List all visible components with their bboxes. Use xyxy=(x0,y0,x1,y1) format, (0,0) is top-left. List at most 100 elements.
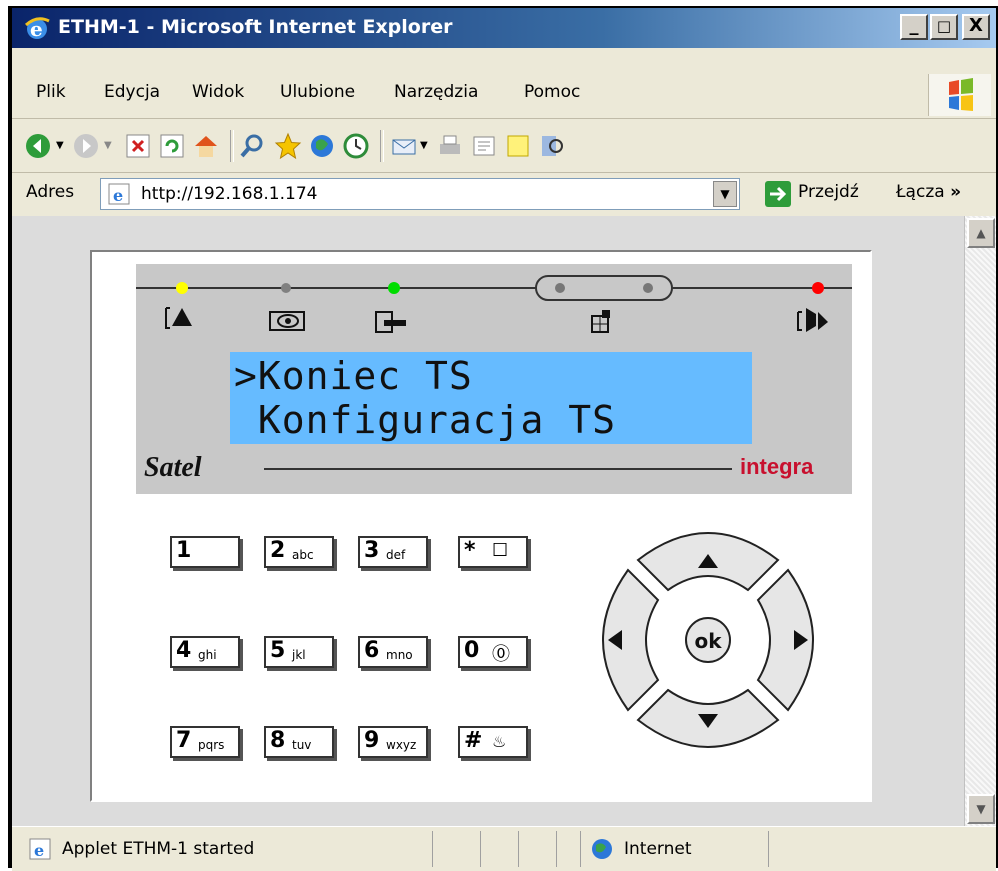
key-1-label: 1 xyxy=(176,538,192,563)
print-icon[interactable] xyxy=(436,132,464,160)
edit-icon[interactable] xyxy=(470,132,498,160)
key-3-label: 3 xyxy=(364,538,380,563)
key-0-label: 0 xyxy=(464,638,480,663)
key-2-label: 2 xyxy=(270,538,286,563)
key-9-label: 9 xyxy=(364,728,380,753)
windows-logo-icon xyxy=(928,74,991,116)
vertical-scrollbar[interactable]: ▲ ▼ xyxy=(964,216,996,826)
key-hash-label: # xyxy=(464,728,483,753)
keypad-applet: >Koniec TS Konfiguracja TS Satel integra… xyxy=(90,250,872,802)
page-icon: e xyxy=(108,183,130,205)
alarm-bell-icon xyxy=(797,308,828,332)
fire-icon: ♨ xyxy=(492,732,507,751)
go-arrow-icon xyxy=(765,181,791,207)
forward-icon[interactable] xyxy=(72,132,100,160)
scroll-down-button[interactable]: ▼ xyxy=(967,794,995,824)
menu-edycja[interactable]: Edycja xyxy=(104,82,160,102)
status-panel xyxy=(580,831,581,867)
page-status-icon: e xyxy=(29,838,51,860)
key-6-label: 6 xyxy=(364,638,380,663)
brand-divider xyxy=(264,468,732,470)
menu-bar: Plik Edycja Widok Ulubione Narzędzia Pom… xyxy=(12,70,996,119)
security-zone: Internet xyxy=(624,839,692,859)
mail-icon[interactable] xyxy=(390,132,418,160)
maximize-button[interactable]: □ xyxy=(930,14,958,40)
forward-dropdown-icon[interactable]: ▼ xyxy=(104,140,112,151)
key-2[interactable]: 2 abc xyxy=(264,536,334,568)
status-text: Applet ETHM-1 started xyxy=(62,839,255,859)
key-hash[interactable]: # ♨ xyxy=(458,726,528,758)
ie-logo-icon: e xyxy=(24,17,50,41)
status-panel xyxy=(480,831,481,867)
address-input[interactable] xyxy=(141,179,711,209)
stop-icon[interactable] xyxy=(124,132,152,160)
home-icon[interactable] xyxy=(192,132,220,160)
svg-text:e: e xyxy=(113,186,123,205)
chevron-right-icon[interactable]: » xyxy=(950,182,961,202)
svg-text:e: e xyxy=(34,841,44,860)
nav-pad: ok xyxy=(602,532,814,748)
links-label[interactable]: Łącza » xyxy=(896,182,961,202)
key-5-sub: jkl xyxy=(292,648,306,662)
ok-label: ok xyxy=(694,629,722,653)
key-6[interactable]: 6 mno xyxy=(358,636,428,668)
key-star[interactable]: * ☐ xyxy=(458,536,528,568)
key-7[interactable]: 7 pqrs xyxy=(170,726,240,758)
go-label: Przejdź xyxy=(798,182,859,202)
toolbar: ▼ ▼ ▼ xyxy=(12,120,996,173)
key-2-sub: abc xyxy=(292,548,314,562)
key-4[interactable]: 4 ghi xyxy=(170,636,240,668)
menu-widok[interactable]: Widok xyxy=(192,82,244,102)
key-5-label: 5 xyxy=(270,638,286,663)
led-strip xyxy=(136,275,852,333)
alarm-view-led xyxy=(281,283,291,293)
key-7-sub: pqrs xyxy=(198,738,225,752)
discuss-icon[interactable] xyxy=(504,132,532,160)
shield-icon: ☐ xyxy=(492,540,509,561)
eye-icon xyxy=(269,311,305,331)
chevron-down-icon[interactable]: ▼ xyxy=(713,181,737,207)
address-box[interactable]: e ▼ xyxy=(100,178,740,210)
back-icon[interactable] xyxy=(24,132,52,160)
key-0[interactable]: 0⓪ xyxy=(458,636,528,668)
search-icon[interactable] xyxy=(238,132,266,160)
media-icon[interactable] xyxy=(308,132,336,160)
refresh-icon[interactable] xyxy=(158,132,186,160)
research-icon[interactable] xyxy=(538,132,566,160)
key-1[interactable]: 1 xyxy=(170,536,240,568)
lcd-line-1: >Koniec TS xyxy=(234,354,473,398)
key-8[interactable]: 8 tuv xyxy=(264,726,334,758)
key-star-label: * xyxy=(464,538,476,563)
mail-dropdown-icon[interactable]: ▼ xyxy=(420,140,428,151)
satel-logo: Satel xyxy=(144,452,202,483)
links-text: Łącza xyxy=(896,182,945,202)
menu-plik[interactable]: Plik xyxy=(36,82,66,102)
address-bar: Adres e ▼ Przejdź Łącza » xyxy=(12,170,996,217)
minimize-button[interactable]: _ xyxy=(900,14,928,40)
favorites-icon[interactable] xyxy=(274,132,302,160)
key-9[interactable]: 9 wxyz xyxy=(358,726,428,758)
window-title: ETHM-1 - Microsoft Internet Explorer xyxy=(58,16,453,38)
key-4-label: 4 xyxy=(176,638,192,663)
title-bar[interactable]: e ETHM-1 - Microsoft Internet Explorer _… xyxy=(12,8,996,48)
power-icon: ⓪ xyxy=(492,644,510,665)
menu-ulubione[interactable]: Ulubione xyxy=(280,82,355,102)
toolbar-separator xyxy=(230,130,234,162)
back-dropdown-icon[interactable]: ▼ xyxy=(56,140,64,151)
key-7-label: 7 xyxy=(176,728,192,753)
key-9-sub: wxyz xyxy=(386,738,417,752)
key-5[interactable]: 5 jkl xyxy=(264,636,334,668)
key-6-sub: mno xyxy=(386,648,413,662)
menu-pomoc[interactable]: Pomoc xyxy=(524,82,580,102)
key-8-sub: tuv xyxy=(292,738,312,752)
menu-narzedzia[interactable]: Narzędzia xyxy=(394,82,478,102)
history-icon[interactable] xyxy=(342,132,370,160)
close-button[interactable]: X xyxy=(962,14,990,40)
key-8-label: 8 xyxy=(270,728,286,753)
integra-logo: integra xyxy=(740,454,814,479)
key-3[interactable]: 3 def xyxy=(358,536,428,568)
status-panel xyxy=(432,831,433,867)
scroll-up-button[interactable]: ▲ xyxy=(967,218,995,248)
status-panel xyxy=(768,831,769,867)
arm-led xyxy=(388,282,400,294)
